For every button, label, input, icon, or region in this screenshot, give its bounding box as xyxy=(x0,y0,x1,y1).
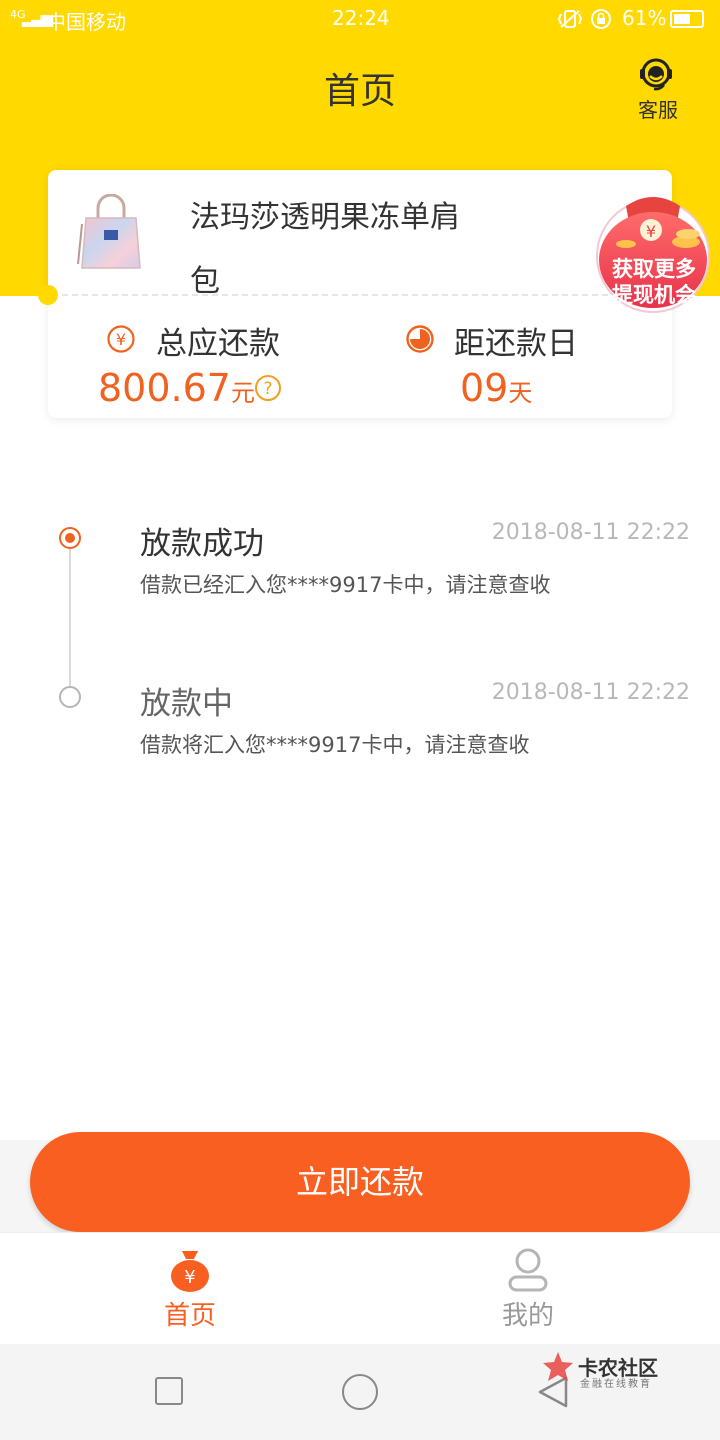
repay-now-button[interactable]: 立即还款 xyxy=(30,1132,690,1232)
card-notch xyxy=(38,285,58,305)
svg-text:¥: ¥ xyxy=(116,330,126,349)
bottom-tab-bar: ¥ 首页 我的 xyxy=(0,1232,720,1343)
timeline-item-time: 2018-08-11 22:22 xyxy=(491,680,690,705)
customer-service-icon[interactable] xyxy=(636,54,676,94)
product-name-line1: 法玛莎透明果冻单肩 xyxy=(190,200,460,235)
timeline-item-time: 2018-08-11 22:22 xyxy=(491,520,690,545)
page-title: 首页 xyxy=(323,71,396,112)
tab-mine-label: 我的 xyxy=(501,1301,554,1331)
timeline-item-title: 放款中 xyxy=(140,686,233,722)
yuan-circle-icon: ¥ xyxy=(106,324,136,354)
help-icon[interactable]: ? xyxy=(254,374,282,402)
timeline-connector xyxy=(69,545,71,697)
total-repay-amount: 800.67元 xyxy=(98,366,255,410)
promo-line1: 获取更多 xyxy=(612,257,696,281)
total-repay-unit: 元 xyxy=(230,379,255,407)
product-name-line2: 包 xyxy=(190,264,220,299)
promo-line2: 提现机会 xyxy=(612,283,696,307)
timeline-item-desc: 借款已经汇入您****9917卡中，请注意查收 xyxy=(140,573,551,597)
timeline-item-desc: 借款将汇入您****9917卡中，请注意查收 xyxy=(140,733,530,757)
money-bag-icon: ¥ xyxy=(168,1247,212,1293)
promo-text[interactable]: 获取更多 提现机会 xyxy=(594,256,714,308)
due-date-label: 距还款日 xyxy=(454,326,578,362)
person-icon xyxy=(506,1247,550,1293)
due-days-value: 09 xyxy=(460,366,509,410)
battery-percent: 61% xyxy=(622,6,667,30)
customer-service-label[interactable]: 客服 xyxy=(630,94,686,123)
watermark-subtitle: 金融在线教育 xyxy=(580,1379,652,1390)
tab-home[interactable]: ¥ 首页 xyxy=(130,1233,250,1343)
svg-text:¥: ¥ xyxy=(646,222,656,241)
timeline-item-title: 放款成功 xyxy=(140,526,264,562)
battery-icon xyxy=(670,10,704,28)
vibrate-icon xyxy=(557,8,583,35)
total-repay-label: 总应还款 xyxy=(156,326,280,362)
total-repay-value: 800.67 xyxy=(98,366,231,410)
loan-summary-card: 法玛莎透明果冻单肩 包 ¥ 总应还款 800.67元 ? 距还款日 09天 xyxy=(38,170,672,418)
promo-badge[interactable]: ¥ 获取更多 提现机会 xyxy=(586,184,720,314)
card-divider xyxy=(62,294,658,296)
recent-apps-button[interactable] xyxy=(155,1377,183,1405)
product-image xyxy=(76,193,146,274)
tab-mine[interactable]: 我的 xyxy=(468,1233,588,1343)
status-bar: 4G ▂▃▅ 中国移动 22:24 61% xyxy=(0,0,720,38)
home-button[interactable] xyxy=(342,1374,378,1410)
tab-home-label: 首页 xyxy=(163,1301,216,1331)
carrier-name: 中国移动 xyxy=(46,10,126,34)
due-days-unit: 天 xyxy=(508,379,533,407)
timeline-dot-active xyxy=(59,527,81,549)
due-days: 09天 xyxy=(460,366,532,410)
status-time: 22:24 xyxy=(332,6,390,30)
watermark-logo xyxy=(540,1350,576,1384)
svg-text:?: ? xyxy=(263,379,272,399)
countdown-icon xyxy=(405,324,435,354)
svg-text:¥: ¥ xyxy=(184,1267,195,1288)
rotation-lock-icon xyxy=(590,8,612,35)
timeline-dot-pending xyxy=(59,686,81,708)
